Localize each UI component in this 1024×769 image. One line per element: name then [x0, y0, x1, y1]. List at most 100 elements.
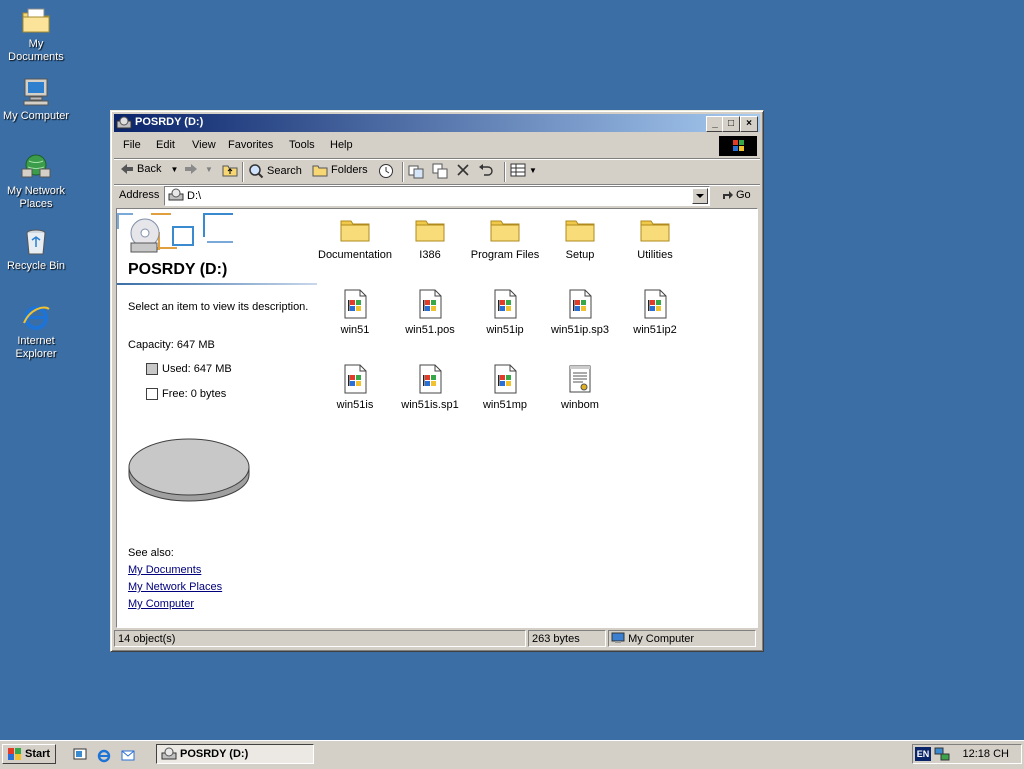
link-my-network-places[interactable]: My Network Places	[128, 581, 222, 593]
forward-dropdown-icon[interactable]: ▼	[205, 165, 213, 174]
web-view-pane: POSRDY (D:) Select an item to view its d…	[117, 209, 317, 627]
window-title: POSRDY (D:)	[135, 116, 204, 128]
file-item[interactable]: win51ip	[467, 288, 543, 337]
windows-logo-icon	[719, 136, 757, 156]
views-grid-icon	[510, 163, 526, 177]
language-indicator[interactable]: EN	[915, 747, 931, 761]
file-name: winbom	[561, 399, 599, 411]
file-item[interactable]: Program Files	[467, 213, 543, 262]
address-value: D:\	[187, 190, 202, 202]
desktop-icon-recycle-bin[interactable]: Recycle Bin	[0, 226, 72, 273]
back-dropdown-icon[interactable]: ▼	[170, 165, 178, 174]
views-button[interactable]: ▼	[510, 163, 537, 177]
status-zone: My Computer	[608, 630, 756, 647]
folder-icon	[490, 220, 520, 242]
system-file-icon	[569, 289, 592, 319]
file-item[interactable]: win51mp	[467, 363, 543, 412]
taskbar-window-button[interactable]: POSRDY (D:)	[156, 744, 314, 764]
file-item[interactable]: Setup	[542, 213, 618, 262]
capacity-text: Capacity: 647 MB	[128, 339, 215, 351]
text-file-icon	[569, 365, 591, 393]
file-item[interactable]: win51ip.sp3	[542, 288, 618, 337]
network-tray-icon[interactable]	[934, 747, 950, 761]
address-bar: Address D:\ Go	[114, 185, 760, 207]
explorer-window: POSRDY (D:) _ □ × File Edit View Favorit…	[110, 110, 764, 652]
computer-icon	[611, 632, 625, 643]
file-item[interactable]: Documentation	[317, 213, 393, 262]
drive-title: POSRDY (D:)	[128, 261, 228, 278]
forward-button[interactable]: ▼	[184, 163, 213, 175]
link-my-computer[interactable]: My Computer	[128, 598, 194, 610]
system-file-icon	[419, 289, 442, 319]
file-name: win51is.sp1	[401, 399, 459, 411]
file-item[interactable]: win51is	[317, 363, 393, 412]
folders-icon	[312, 165, 328, 177]
file-item[interactable]: I386	[392, 213, 468, 262]
search-icon	[249, 164, 264, 179]
start-button[interactable]: Start	[2, 744, 56, 764]
title-bar[interactable]: POSRDY (D:) _ □ ×	[114, 114, 760, 132]
file-name: win51ip	[486, 324, 524, 336]
see-also-label: See also:	[128, 547, 174, 559]
file-item[interactable]: Utilities	[617, 213, 693, 262]
up-folder-icon	[222, 165, 238, 177]
status-size: 263 bytes	[528, 630, 606, 647]
file-name: Program Files	[470, 249, 540, 261]
show-desktop-icon[interactable]	[72, 747, 88, 763]
file-item[interactable]: win51ip2	[617, 288, 693, 337]
address-dropdown-button[interactable]	[692, 188, 708, 204]
file-item[interactable]: win51.pos	[392, 288, 468, 337]
menu-file[interactable]: File	[123, 139, 141, 151]
copy-to-icon	[432, 163, 448, 179]
status-bar: 14 object(s) 263 bytes My Computer	[114, 629, 760, 649]
go-button[interactable]: Go	[720, 188, 751, 202]
status-object-count: 14 object(s)	[114, 630, 526, 647]
desktop-icon-network-places[interactable]: My Network Places	[0, 151, 72, 211]
drive-icon	[168, 188, 184, 201]
start-label: Start	[25, 748, 51, 760]
address-input[interactable]: D:\	[164, 186, 710, 206]
desktop-icon-my-computer[interactable]: My Computer	[0, 76, 72, 123]
delete-button[interactable]	[456, 163, 470, 177]
close-button[interactable]: ×	[740, 116, 758, 132]
go-arrow-icon	[723, 191, 733, 199]
undo-button[interactable]	[478, 163, 494, 177]
search-button[interactable]: Search	[248, 163, 302, 179]
file-item[interactable]: winbom	[542, 363, 618, 412]
folder-icon	[340, 220, 370, 242]
system-file-icon	[344, 364, 367, 394]
go-label: Go	[736, 189, 751, 201]
used-legend-swatch	[146, 363, 158, 375]
internet-explorer-icon[interactable]	[96, 747, 112, 763]
desktop-icon-my-documents[interactable]: My Documents	[0, 4, 72, 64]
history-button[interactable]	[378, 163, 394, 179]
outlook-express-icon[interactable]	[120, 747, 136, 763]
maximize-button[interactable]: □	[722, 116, 740, 132]
desktop-icon-internet-explorer[interactable]: Internet Explorer	[0, 301, 72, 361]
quick-launch	[66, 746, 142, 764]
search-label: Search	[267, 165, 302, 177]
desktop-icon-label: My Network Places	[6, 185, 66, 210]
used-text: Used: 647 MB	[162, 363, 232, 375]
menu-view[interactable]: View	[192, 139, 216, 151]
views-dropdown-icon[interactable]: ▼	[529, 166, 537, 175]
move-to-button[interactable]	[408, 163, 424, 179]
link-my-documents[interactable]: My Documents	[128, 564, 201, 576]
copy-to-button[interactable]	[432, 163, 448, 179]
history-icon	[379, 164, 393, 178]
menu-edit[interactable]: Edit	[156, 139, 175, 151]
file-name: I386	[419, 249, 441, 261]
desktop-icon-label: My Documents	[8, 38, 64, 63]
up-folder-button[interactable]	[222, 163, 238, 177]
file-item[interactable]: win51	[317, 288, 393, 337]
file-name: win51.pos	[405, 324, 455, 336]
menu-tools[interactable]: Tools	[289, 139, 315, 151]
folder-documents-icon	[22, 8, 50, 33]
system-file-icon	[419, 364, 442, 394]
menu-help[interactable]: Help	[330, 139, 353, 151]
internet-explorer-icon	[23, 306, 50, 330]
back-button[interactable]: Back ▼	[120, 163, 178, 175]
menu-favorites[interactable]: Favorites	[228, 139, 273, 151]
folders-button[interactable]: Folders	[312, 163, 368, 177]
file-item[interactable]: win51is.sp1	[392, 363, 468, 412]
